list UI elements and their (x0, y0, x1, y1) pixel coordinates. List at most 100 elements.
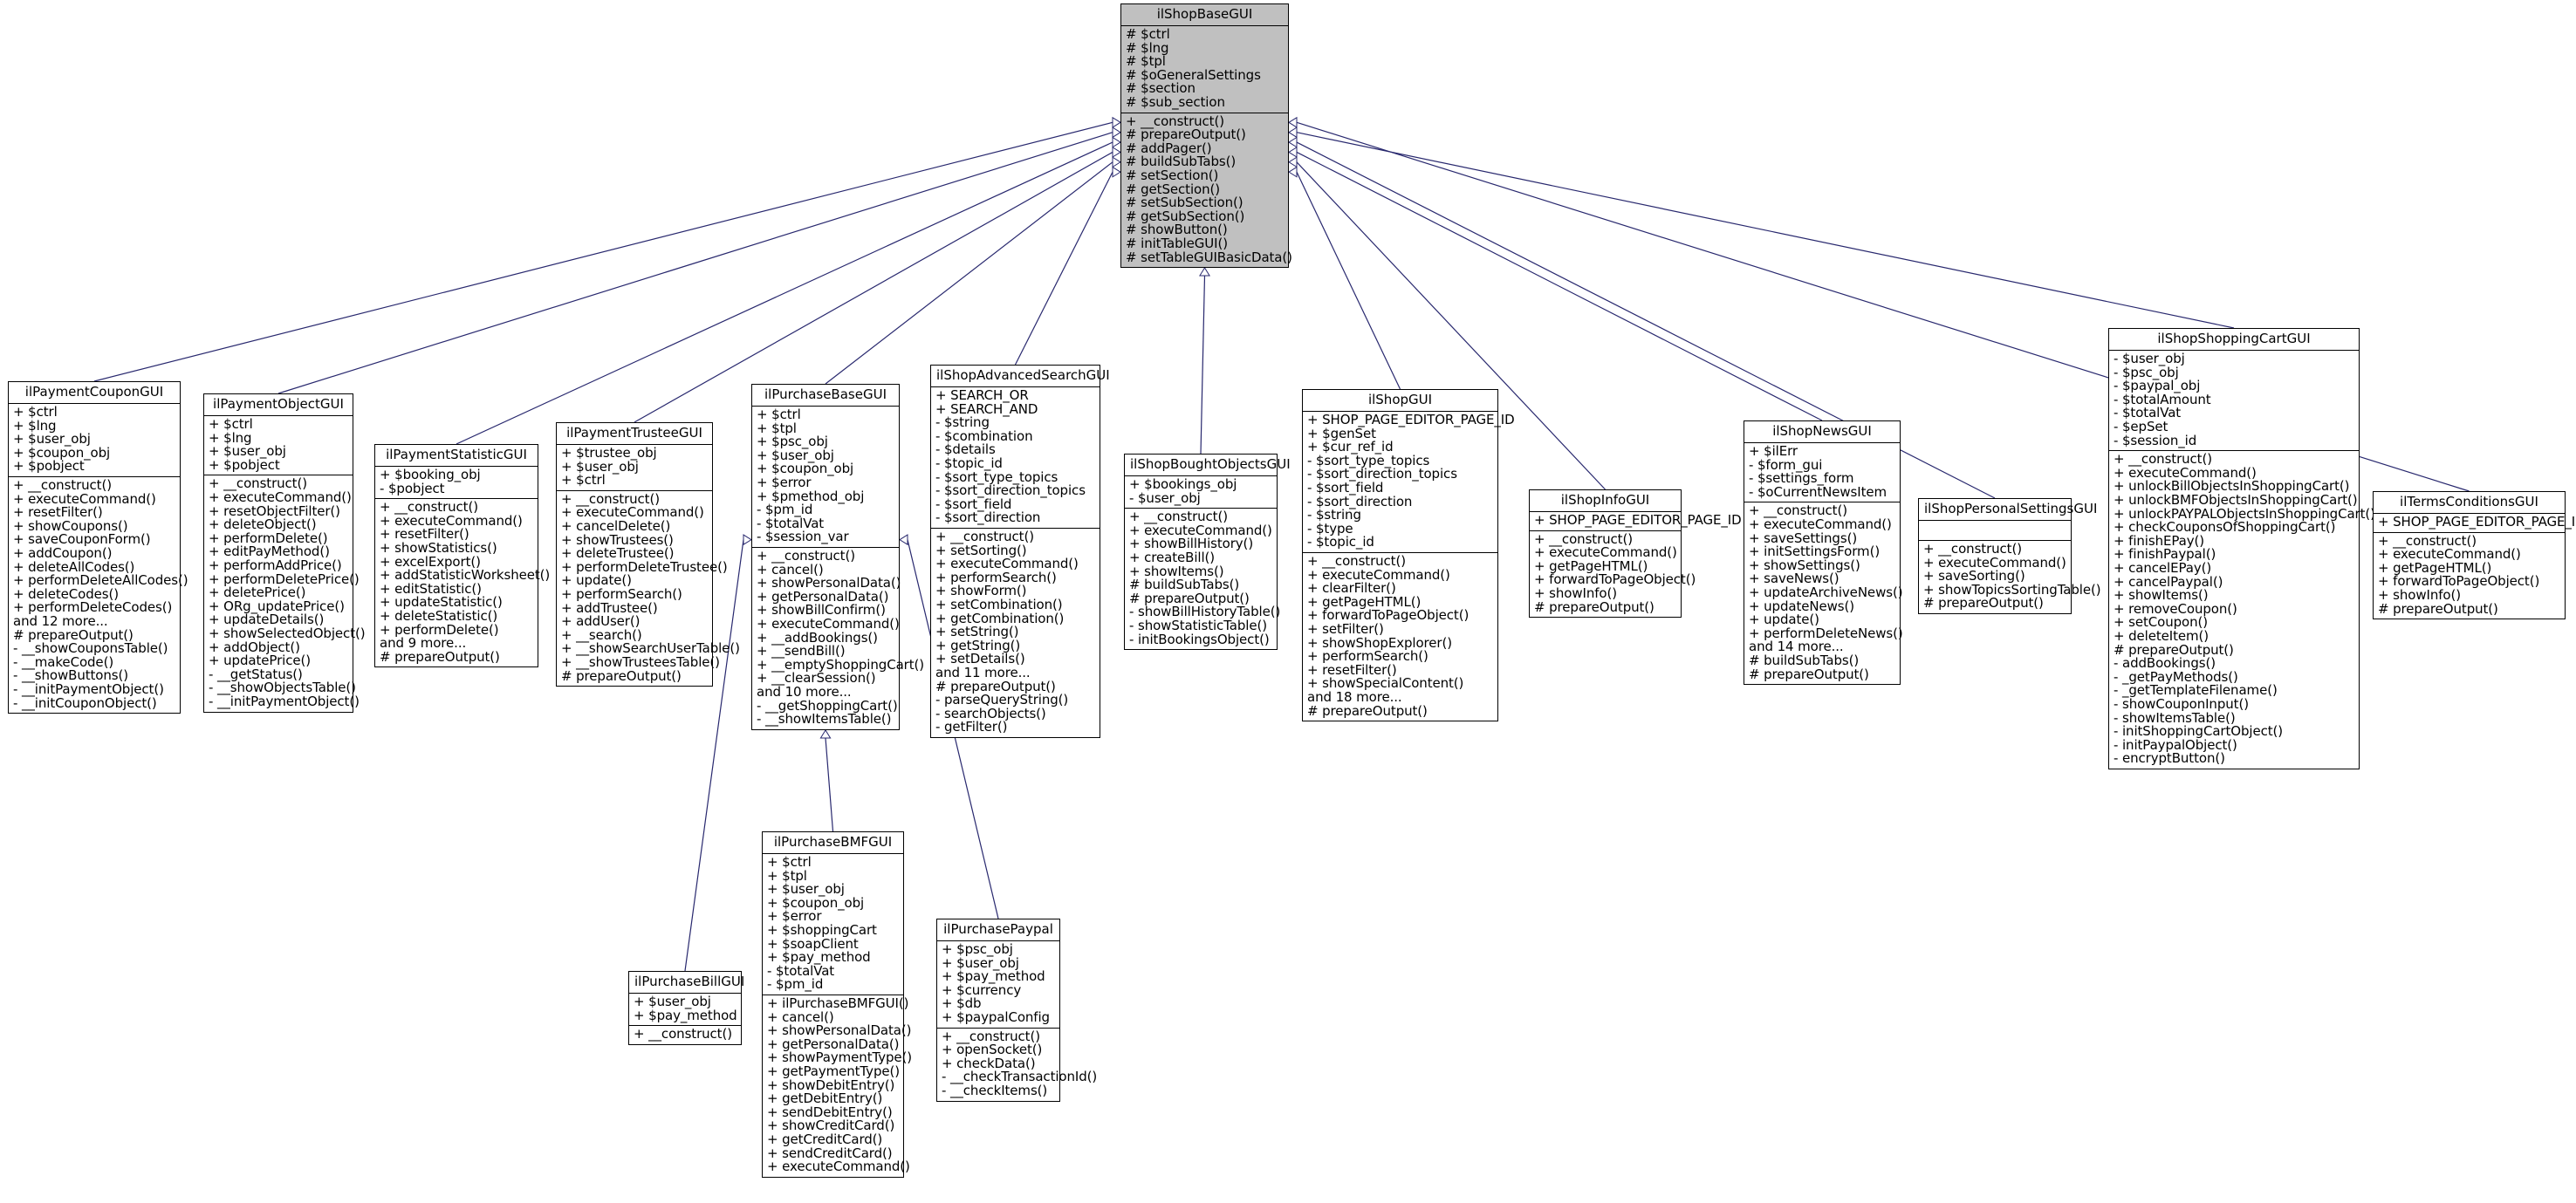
class-attributes: + SHOP_PAGE_EDITOR_PAGE_ID (2374, 514, 2576, 533)
class-title: ilPurchaseBaseGUI (752, 385, 899, 407)
operation-row: - __initCouponObject() (13, 694, 157, 711)
class-attributes: + $ctrl + $tpl + $user_obj + $coupon_obj + $… (763, 854, 903, 996)
uml-class-ilShopNewsGUI[interactable]: ilShopNewsGUI + $ilErr - $form_gui - $setti… (1744, 420, 1903, 686)
operation-row: # prepareOutput() (561, 667, 682, 684)
uml-class-ilPurchaseBMFGUI[interactable]: ilPurchaseBMFGUI + $ctrl + $tpl + $user_obj… (762, 831, 912, 1178)
class-attributes: + $psc_obj + $user_obj + $pay_method + $cur… (937, 941, 1059, 1029)
class-title: ilPurchasePaypal (937, 919, 1059, 942)
class-operations: + __construct() + executeCommand() + cance… (557, 491, 740, 686)
operation-row: # prepareOutput() (1749, 666, 1869, 682)
operation-row: # prepareOutput() (1923, 595, 2044, 612)
class-title: ilPurchaseBMFGUI (763, 832, 903, 855)
uml-class-ilTermsConditionsGUI[interactable]: ilTermsConditionsGUI + SHOP_PAGE_EDITOR_P… (2373, 491, 2576, 620)
class-attributes: + $ctrl + $tpl + $psc_obj + $user_obj + $cou… (752, 407, 899, 549)
attribute-row: - $sort_direction (935, 509, 1041, 526)
class-operations: + __construct() + executeCommand() + getPa… (2374, 533, 2565, 619)
edge-ilPaymentObjectGUI-to-ilShopBaseGUI (277, 126, 1121, 394)
operation-row: - getFilter() (935, 719, 1008, 735)
attribute-row: + SHOP_PAGE_EDITOR_PAGE_ID (1534, 512, 1742, 529)
class-attributes: + SHOP_PAGE_EDITOR_PAGE_ID (1530, 512, 1742, 531)
uml-class-ilShopInfoGUI[interactable]: ilShopInfoGUI + SHOP_PAGE_EDITOR_PAGE_ID +… (1529, 489, 1742, 619)
operation-row: - encryptButton() (2114, 750, 2225, 767)
class-attributes: - $user_obj - $psc_obj - $paypal_obj - $tot… (2109, 351, 2359, 452)
class-operations: + __construct() + executeCommand() + clear… (1303, 553, 1497, 721)
class-operations: + __construct() # prepareOutput() # addPag… (1121, 113, 1292, 268)
class-operations: + __construct() + setSorting() + executeCo… (931, 529, 1100, 737)
edge-ilPaymentCouponGUI-to-ilShopBaseGUI (93, 116, 1121, 382)
operation-row: + executeCommand() (767, 1159, 910, 1175)
uml-class-ilShopPersonalSettingsGUI[interactable]: ilShopPersonalSettingsGUI + __construct()… (1918, 498, 2101, 615)
class-title: ilShopNewsGUI (1744, 421, 1900, 444)
class-title: ilShopBaseGUI (1121, 4, 1288, 27)
class-attributes: + $ilErr - $form_gui - $settings_form - $oC… (1744, 443, 1900, 503)
class-title: ilShopPersonalSettingsGUI (1919, 499, 2097, 522)
class-attributes: + $ctrl + $lng + $user_obj + $coupon_obj + $… (9, 404, 180, 478)
operation-row: # prepareOutput() (1307, 702, 1428, 719)
class-operations: + __construct() + executeCommand() + unloc… (2109, 451, 2375, 769)
edge-ilPurchaseBaseGUI-to-ilShopBaseGUI (825, 156, 1121, 385)
attribute-row: + SHOP_PAGE_EDITOR_PAGE_ID (2378, 514, 2576, 530)
uml-class-ilShopShoppingCartGUI[interactable]: ilShopShoppingCartGUI - $user_obj - $psc_o… (2108, 328, 2375, 769)
operation-row: # setTableGUIBasicData() (1126, 249, 1292, 265)
class-attributes (1919, 521, 2071, 542)
class-title: ilPaymentTrusteeGUI (557, 423, 712, 446)
edge-ilShopGUI-to-ilShopBaseGUI (1288, 166, 1401, 390)
class-operations: + ilPurchaseBMFGUI() + cancel() + showPers… (763, 995, 912, 1177)
uml-class-ilPurchaseBillGUI[interactable]: ilPurchaseBillGUI + $user_obj + $pay_metho… (628, 971, 744, 1045)
class-title: ilShopBoughtObjectsGUI (1125, 455, 1291, 477)
class-attributes: # $ctrl # $lng # $tpl # $oGeneralSettings # … (1121, 26, 1288, 113)
class-title: ilPaymentStatisticGUI (375, 445, 538, 468)
uml-class-ilPaymentTrusteeGUI[interactable]: ilPaymentTrusteeGUI + $trustee_obj + $user… (556, 422, 740, 687)
class-title: ilPurchaseBillGUI (629, 972, 744, 995)
uml-class-ilShopGUI[interactable]: ilShopGUI + SHOP_PAGE_EDITOR_PAGE_ID + $ge… (1302, 389, 1515, 722)
operation-row: - __initPaymentObject() (209, 693, 360, 709)
class-attributes: + SHOP_PAGE_EDITOR_PAGE_ID + $genSet + $cu… (1303, 412, 1515, 554)
class-operations: + __construct() + openSocket() + checkData… (937, 1029, 1097, 1101)
attribute-row: + $pobject (13, 458, 85, 475)
class-operations: + __construct() + executeCommand() + saveS… (1919, 541, 2101, 613)
uml-class-ilPurchaseBaseGUI[interactable]: ilPurchaseBaseGUI + $ctrl + $tpl + $psc_obj… (751, 384, 924, 730)
class-attributes: + $user_obj + $pay_method (629, 994, 741, 1027)
uml-class-ilPaymentCouponGUI[interactable]: ilPaymentCouponGUI + $ctrl + $lng + $user_o… (8, 381, 188, 714)
attribute-row: - $user_obj (1129, 489, 1201, 506)
class-attributes: + SEARCH_OR + SEARCH_AND - $string - $combi… (931, 387, 1100, 530)
class-operations: + __construct() + executeCommand() + reset… (375, 499, 550, 666)
edge-ilShopAdvancedSearchGUI-to-ilShopBaseGUI (1014, 166, 1121, 366)
operation-row: + __construct() (634, 1026, 732, 1042)
attribute-row: + $ctrl (561, 472, 606, 489)
edge-ilPurchaseBMFGUI-to-ilPurchaseBaseGUI (819, 729, 834, 832)
class-title: ilShopAdvancedSearchGUI (931, 366, 1110, 388)
class-attributes: + $booking_obj - $pobject (375, 467, 538, 500)
operation-row: # prepareOutput() (380, 648, 500, 665)
operation-row: # prepareOutput() (1534, 598, 1655, 615)
class-operations: + __construct() + executeCommand() + showB… (1125, 509, 1280, 649)
uml-class-ilPaymentObjectGUI[interactable]: ilPaymentObjectGUI + $ctrl + $lng + $user_o… (203, 393, 366, 713)
uml-diagram-canvas: ilShopBaseGUI # $ctrl # $lng # $tpl # $oGene… (0, 0, 2576, 1203)
attribute-row: - $session_id (2114, 432, 2197, 448)
attribute-row: - $oCurrentNewsItem (1749, 483, 1887, 500)
class-title: ilTermsConditionsGUI (2374, 492, 2565, 515)
class-title: ilShopInfoGUI (1530, 490, 1681, 513)
attribute-row: - $pm_id (767, 976, 824, 993)
edge-ilShopBoughtObjectsGUI-to-ilShopBaseGUI (1199, 267, 1210, 455)
uml-class-ilShopAdvancedSearchGUI[interactable]: ilShopAdvancedSearchGUI + SEARCH_OR + SEAR… (930, 365, 1110, 738)
attribute-row: - $session_var (757, 529, 849, 545)
class-title: ilPaymentObjectGUI (204, 394, 353, 417)
attribute-row: # $sub_section (1126, 94, 1225, 111)
class-operations: + __construct() + executeCommand() + saveS… (1744, 502, 1903, 684)
class-operations: + __construct() + executeCommand() + getPa… (1530, 531, 1696, 618)
class-attributes: + $bookings_obj - $user_obj (1125, 476, 1277, 509)
class-operations: + __construct() + executeCommand() + reset… (9, 477, 188, 713)
uml-class-ilShopBoughtObjectsGUI[interactable]: ilShopBoughtObjectsGUI + $bookings_obj - $… (1124, 454, 1291, 651)
class-attributes: + $ctrl + $lng + $user_obj + $pobject (204, 416, 353, 476)
uml-class-ilShopBaseGUI[interactable]: ilShopBaseGUI # $ctrl # $lng # $tpl # $oGene… (1120, 3, 1292, 269)
class-operations: + __construct() + cancel() + showPersonalD… (752, 548, 924, 729)
operation-row: # prepareOutput() (2378, 600, 2498, 617)
uml-class-ilPaymentStatisticGUI[interactable]: ilPaymentStatisticGUI + $booking_obj - $po… (374, 444, 550, 668)
uml-class-ilPurchasePaypal[interactable]: ilPurchasePaypal + $psc_obj + $user_obj + $… (936, 919, 1097, 1102)
class-attributes: + $trustee_obj + $user_obj + $ctrl (557, 445, 712, 491)
class-title: ilShopGUI (1303, 390, 1497, 413)
class-operations: + __construct() (629, 1026, 741, 1044)
class-operations: + __construct() + executeCommand() + reset… (204, 475, 366, 711)
operation-row: - initBookingsObject() (1129, 631, 1270, 647)
